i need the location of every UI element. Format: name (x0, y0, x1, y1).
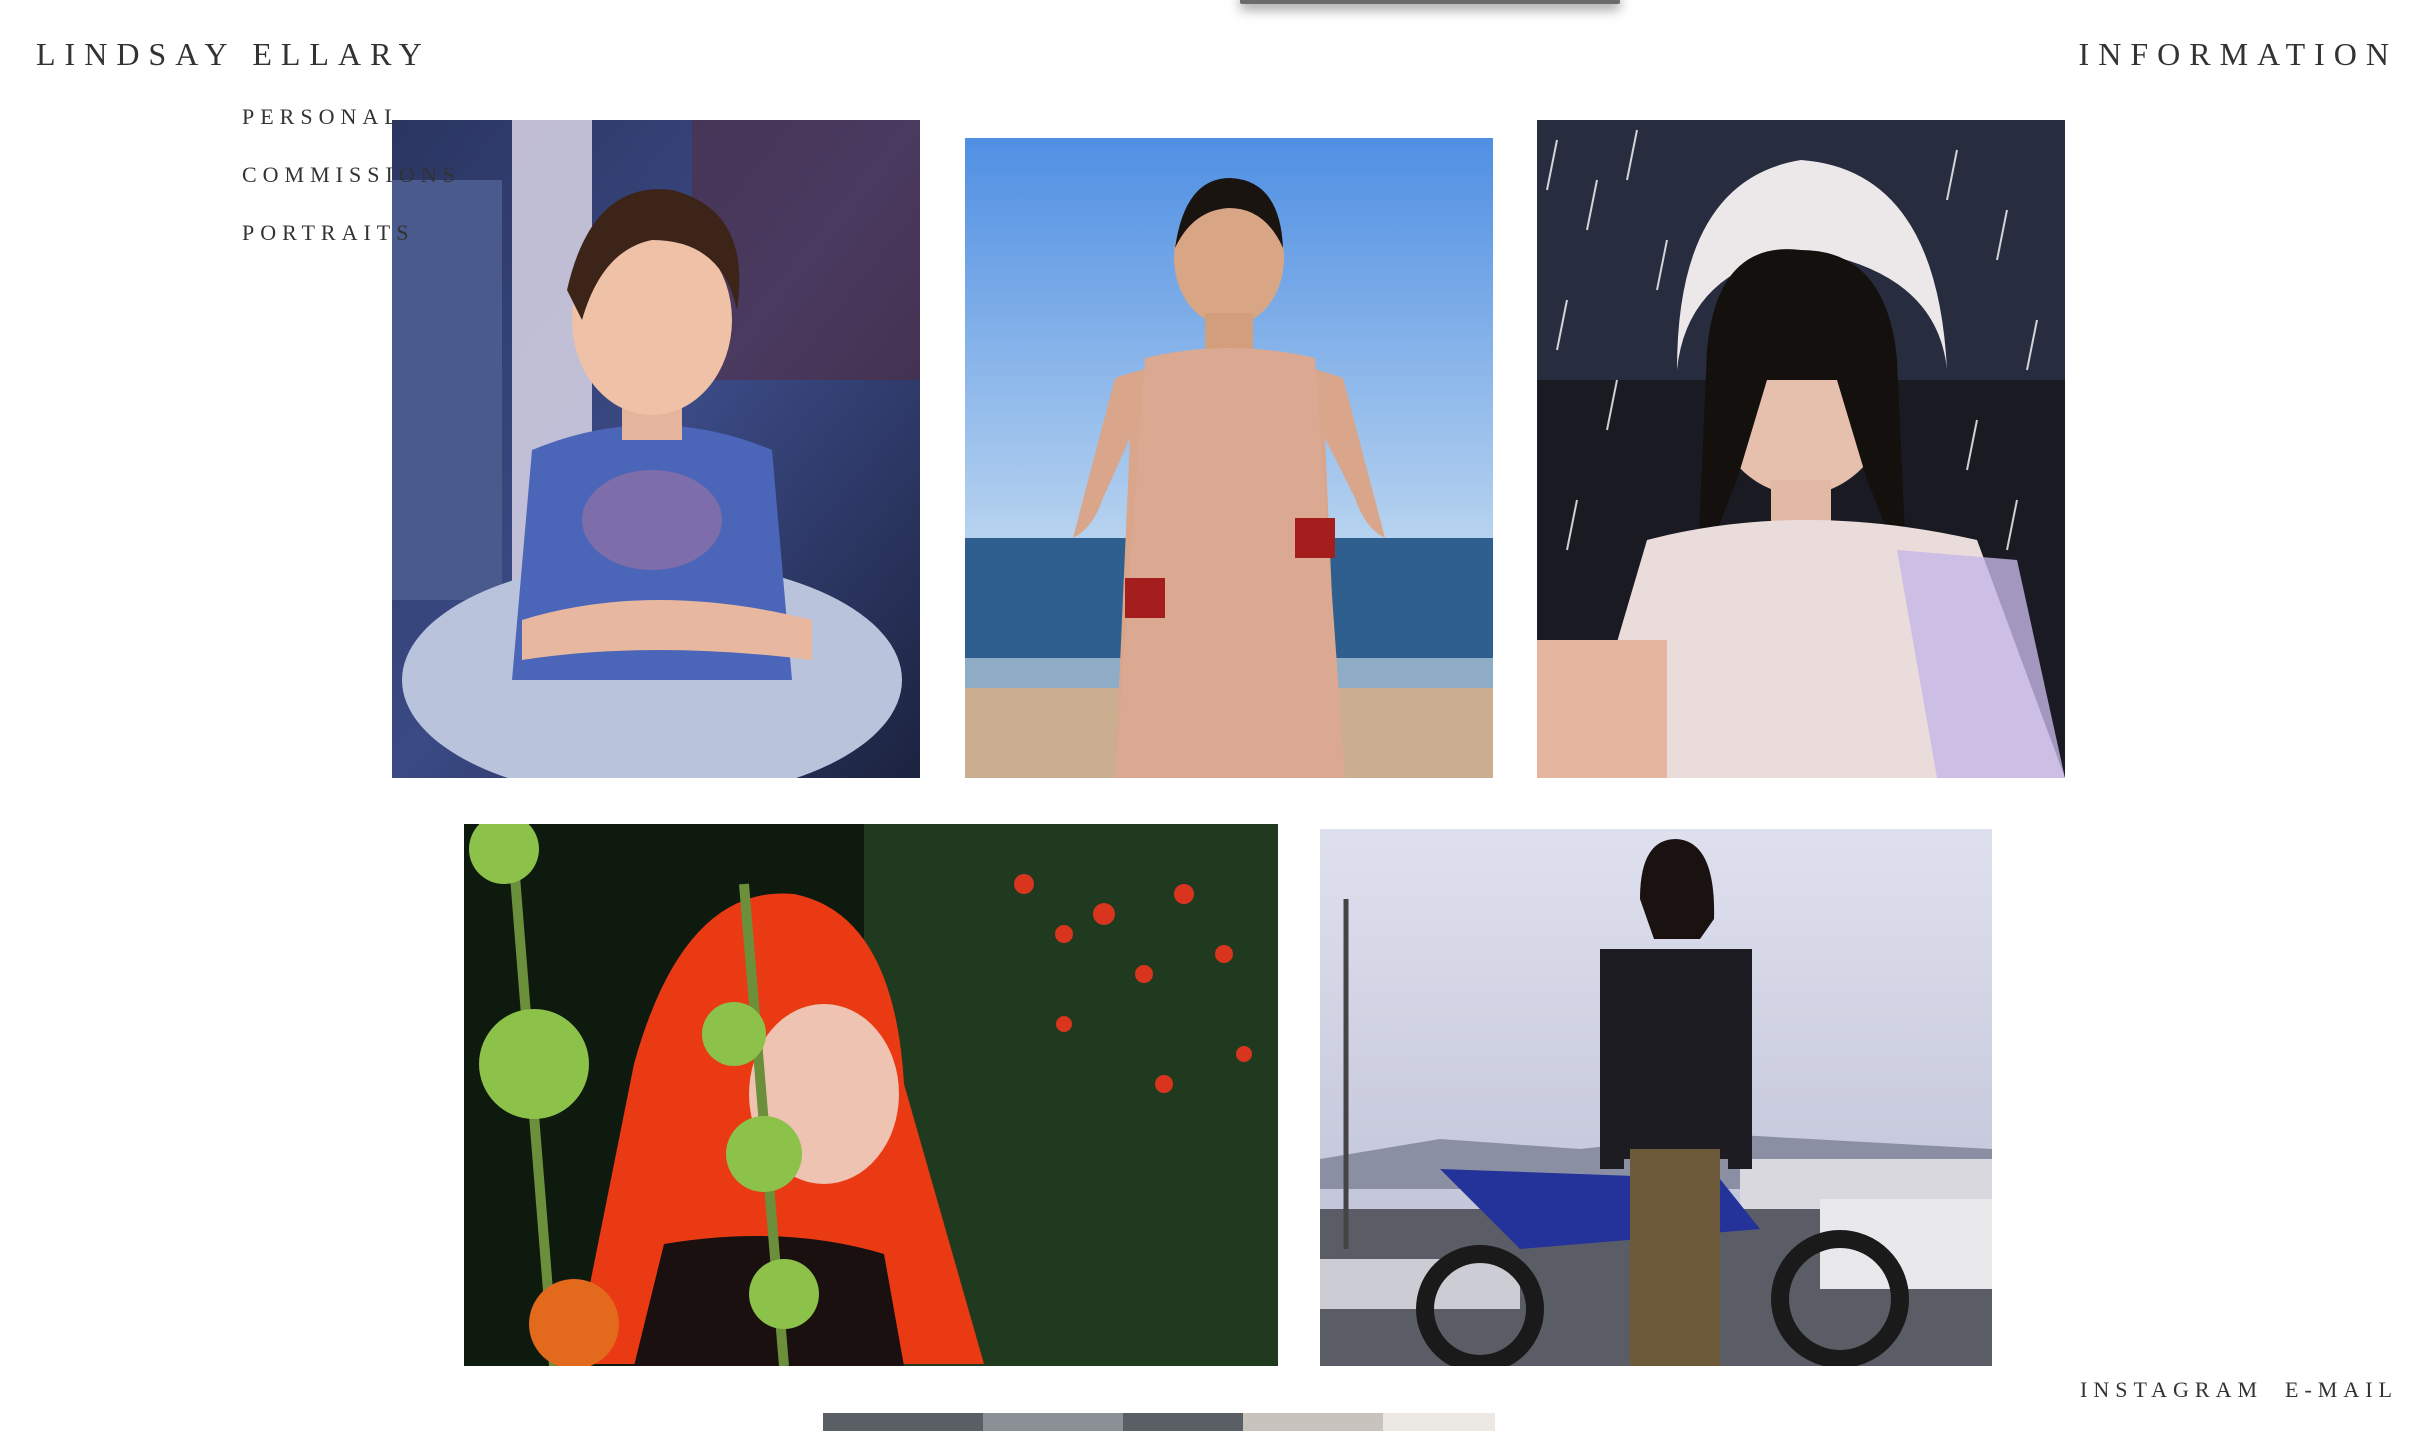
email-link[interactable]: E-MAIL (2285, 1377, 2398, 1403)
photo-girl-rain-bonnet[interactable] (1537, 120, 2065, 778)
top-overlay-bar (1240, 0, 1620, 4)
nav-item-commissions[interactable]: COMMISSIONS (242, 162, 461, 188)
photo-partial-bottom[interactable] (823, 1413, 1495, 1431)
photo-woman-beach-knit-dress[interactable] (965, 138, 1493, 778)
photo-red-hair-flowers-image (464, 824, 1278, 1366)
information-link[interactable]: INFORMATION (2079, 36, 2398, 73)
nav-item-personal[interactable]: PERSONAL (242, 104, 404, 130)
portfolio-page: LINDSAY ELLARY INFORMATION PERSONAL COMM… (0, 0, 2434, 1431)
photo-person-motorcycle-image (1320, 829, 1992, 1366)
photo-red-hair-flowers[interactable] (464, 824, 1278, 1366)
nav-item-portraits[interactable]: PORTRAITS (242, 220, 414, 246)
instagram-link[interactable]: INSTAGRAM (2080, 1377, 2263, 1403)
photo-girl-rain-bonnet-image (1537, 120, 2065, 778)
photo-girl-blue-shirt[interactable] (392, 120, 920, 778)
photo-person-motorcycle[interactable] (1320, 829, 1992, 1366)
photo-girl-blue-shirt-image (392, 120, 920, 778)
site-title-link[interactable]: LINDSAY ELLARY (36, 36, 431, 73)
photo-woman-beach-knit-dress-image (965, 138, 1493, 778)
photo-partial-bottom-image (823, 1413, 1495, 1431)
